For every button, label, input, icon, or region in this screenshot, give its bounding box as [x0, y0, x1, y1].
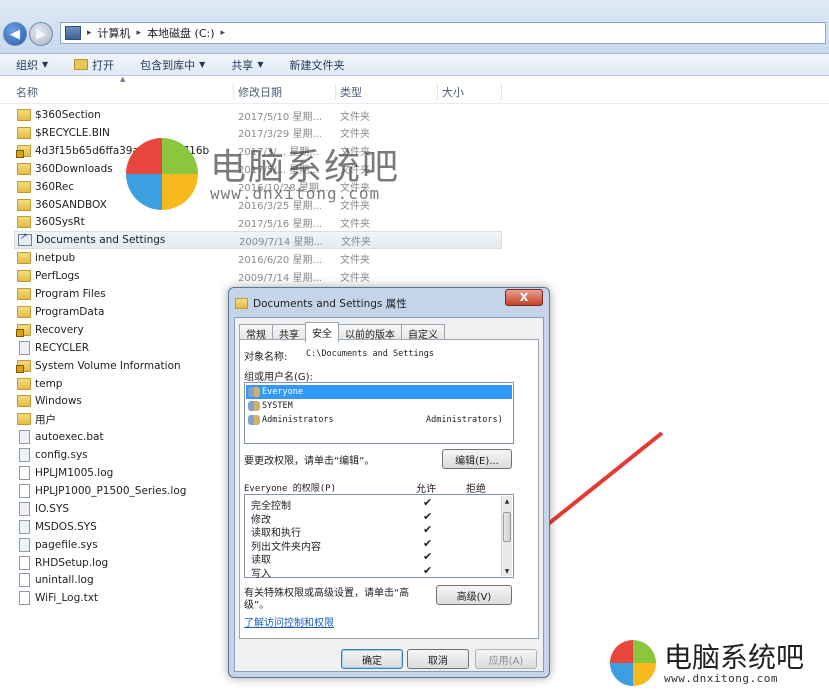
allow-check-icon: ✔: [423, 563, 433, 577]
dialog-body: 常规 共享 安全 以前的版本 自定义 对象名称: C:\Documents and Se…: [234, 317, 544, 672]
watermark-logo-small: [608, 638, 658, 688]
tab-2[interactable]: 安全: [305, 322, 339, 342]
advanced-button-label: 高级(V): [456, 591, 492, 603]
properties-dialog: Documents and Settings 属性 X 常规 共享 安全 以前的版本自…: [228, 287, 550, 678]
cancel-button-label: 取消: [428, 655, 448, 667]
cancel-button[interactable]: 取消: [407, 649, 469, 669]
scroll-up-icon[interactable]: ▲: [502, 496, 512, 506]
user-name: Everyone: [262, 387, 303, 397]
ok-button-label: 确定: [362, 655, 382, 667]
user-name: SYSTEM: [262, 401, 293, 411]
object-name-value: C:\Documents and Settings: [306, 349, 434, 359]
user-group-icon: [248, 387, 260, 397]
permissions-list: ▲ ▼ 完全控制 ✔ 修改 ✔ 读取和执行 ✔ 列出文件夹内容 ✔ 读取 ✔ 写入 ✔: [244, 494, 514, 580]
apply-button-label: 应用(A): [488, 655, 524, 667]
edit-button[interactable]: 编辑(E)...: [442, 449, 512, 469]
group-users-label: 组或用户名(G):: [244, 372, 313, 383]
tab-strip: 常规 共享 安全 以前的版本 自定义: [239, 322, 445, 342]
deny-column-label: 拒绝: [466, 484, 486, 495]
scroll-down-icon[interactable]: ▼: [502, 566, 512, 576]
folder-icon: [235, 298, 248, 309]
object-name-label: 对象名称:: [244, 352, 288, 363]
permission-name: 写入: [251, 568, 271, 580]
user-group-icon: [248, 415, 260, 425]
allow-check-icon: ✔: [423, 523, 433, 536]
dialog-title: Documents and Settings 属性: [253, 298, 407, 310]
allow-check-icon: ✔: [423, 536, 433, 550]
permissions-label: Everyone 的权限(P): [244, 484, 337, 494]
edit-hint: 要更改权限，请单击“编辑”。: [244, 456, 375, 467]
user-list-item[interactable]: Everyone: [246, 385, 512, 399]
allow-check-icon: ✔: [423, 496, 433, 509]
allow-check-icon: ✔: [423, 509, 433, 523]
close-button[interactable]: X: [505, 289, 543, 306]
user-list[interactable]: Everyone SYSTEM Administrators Administrato…: [244, 382, 514, 444]
user-name: Administrators: [262, 415, 334, 425]
scroll-thumb[interactable]: [503, 512, 511, 542]
user-list-item[interactable]: Administrators Administrators): [246, 413, 512, 427]
watermark-url-small: www.dnxitong.com: [664, 672, 778, 685]
allow-column-label: 允许: [416, 484, 436, 495]
dialog-title-bar: Documents and Settings 属性: [235, 296, 407, 311]
watermark-title-small: 电脑系统吧: [664, 641, 805, 674]
access-control-link[interactable]: 了解访问控制和权限: [244, 614, 334, 629]
close-icon: X: [519, 291, 529, 304]
edit-button-label: 编辑(E)...: [455, 455, 499, 467]
security-tab-panel: 对象名称: C:\Documents and Settings 组或用户名(G)…: [239, 339, 539, 639]
user-list-item[interactable]: SYSTEM: [246, 399, 512, 413]
ok-button[interactable]: 确定: [341, 649, 403, 669]
user-group-icon: [248, 401, 260, 411]
advanced-button[interactable]: 高级(V): [436, 585, 512, 605]
allow-check-icon: ✔: [423, 550, 433, 563]
user-extra: Administrators): [426, 415, 503, 425]
permissions-scrollbar[interactable]: ▲ ▼: [501, 496, 512, 576]
advanced-hint-line2: 级”。: [244, 600, 270, 611]
apply-button[interactable]: 应用(A): [475, 649, 537, 669]
